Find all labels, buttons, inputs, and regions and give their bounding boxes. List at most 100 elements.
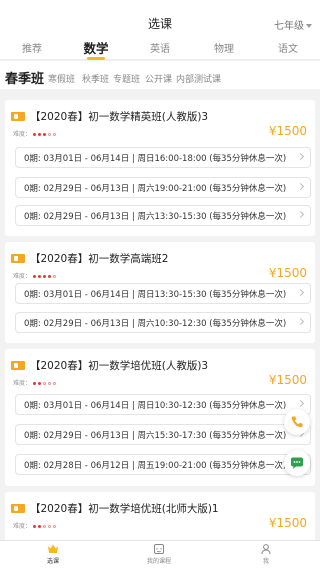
type-topic[interactable]: 专题班 [113,72,140,85]
difficulty-dot [43,525,47,528]
difficulty-dot [53,275,57,278]
course-title: 【2020春】初一数学精英班(人教版)3 [30,111,209,123]
tab-chinese[interactable]: 语文 [256,40,320,55]
difficulty-dot [33,382,37,385]
active-tab-indicator [87,57,105,60]
type-autumn[interactable]: 秋季班 [82,72,109,85]
difficulty-dot [48,525,52,528]
difficulty-dot [53,382,57,385]
chevron-right-icon [296,210,305,219]
difficulty-dot [38,275,42,278]
difficulty-dot [53,525,57,528]
difficulty-label: 难度： [13,273,32,280]
session-text: 0期: 02月28日 - 06月12日 | 周五19:00-21:00 (每35… [24,461,287,471]
difficulty-label: 难度： [13,523,32,530]
course-card[interactable]: 【2020春】初一数学高端班2 难度： ¥1500 0期: 03月01日 - 0… [5,242,315,343]
session-option[interactable]: 0期: 02月29日 - 06月13日 | 周六15:30-17:30 (每35… [15,424,311,445]
difficulty-dot [33,275,37,278]
tab-me[interactable]: 我 [226,543,306,565]
subject-tabs: 推荐 数学 英语 物理 语文 [0,36,320,60]
bottom-tab-bar: 选课 我的课程 我 [0,540,320,569]
tab-math-label: 数学 [83,41,109,56]
difficulty-dot [53,133,57,136]
course-badge-icon [11,254,25,263]
tab-select-course[interactable]: 选课 [13,543,93,565]
session-option[interactable]: 0期: 02月29日 - 06月13日 | 周六13:30-15:30 (每35… [15,205,311,226]
difficulty-dot [43,133,47,136]
course-price: ¥1500 [268,266,307,280]
difficulty-dot [38,133,42,136]
caret-down-icon [306,24,312,28]
difficulty-dot [48,382,52,385]
course-card[interactable]: 【2020春】初一数学培优班(北师大版)1 难度： ¥1500 [5,492,315,540]
course-title: 【2020春】初一数学培优班(人教版)3 [30,360,209,372]
difficulty-dot [38,525,42,528]
session-text: 0期: 03月01日 - 06月14日 | 周日13:30-15:30 (每35… [24,290,287,300]
book-icon [154,544,164,554]
tab-math[interactable]: 数学 [64,38,128,60]
chevron-right-icon [296,399,305,408]
session-option[interactable]: 0期: 02月29日 - 06月13日 | 周六19:00-21:00 (每35… [15,177,311,198]
tab-label: 我 [262,558,269,565]
chevron-right-icon [296,152,305,161]
difficulty-dot [48,275,52,278]
difficulty-label: 难度： [13,131,32,138]
call-button[interactable] [284,409,310,435]
session-text: 0期: 02月29日 - 06月13日 | 周六15:30-17:30 (每35… [24,431,287,441]
page-title: 选课 [147,17,172,31]
tab-physics[interactable]: 物理 [192,40,256,55]
difficulty-dot [43,382,47,385]
tab-english[interactable]: 英语 [128,40,192,55]
difficulty-rating: 难度： [13,129,57,138]
session-option[interactable]: 0期: 02月29日 - 06月13日 | 周六10:30-12:30 (每35… [15,312,311,333]
session-text: 0期: 02月29日 - 06月13日 | 周六10:30-12:30 (每35… [24,319,287,329]
session-text: 0期: 03月01日 - 06月14日 | 周日16:00-18:00 (每35… [24,154,287,164]
session-text: 0期: 02月29日 - 06月13日 | 周六19:00-21:00 (每35… [24,184,287,194]
phone-icon [291,416,303,428]
chevron-right-icon [296,317,305,326]
tab-my-courses[interactable]: 我的课程 [119,543,199,565]
class-type-filter: 春季班 寒假班 秋季班 专题班 公开课 内部测试课 [0,61,320,89]
course-badge-icon [11,504,25,513]
chat-button[interactable] [284,450,310,476]
difficulty-dot [43,275,47,278]
course-price: ¥1500 [268,373,307,387]
course-price: ¥1500 [268,516,307,530]
session-text: 0期: 02月29日 - 06月13日 | 周六13:30-15:30 (每35… [24,212,287,222]
difficulty-rating: 难度： [13,378,57,387]
chevron-right-icon [296,288,305,297]
tab-label: 选课 [46,558,59,565]
difficulty-label: 难度： [13,380,32,387]
top-bar: 选课 七年级 [0,0,320,36]
grade-label: 七年级 [274,21,304,32]
grade-selector[interactable]: 七年级 [274,17,312,32]
person-icon [261,544,271,555]
difficulty-rating: 难度： [13,521,57,530]
course-badge-icon [11,361,25,370]
tab-recommend[interactable]: 推荐 [0,40,64,55]
course-title: 【2020春】初一数学培优班(北师大版)1 [30,503,219,515]
difficulty-dot [33,133,37,136]
session-option[interactable]: 0期: 03月01日 - 06月14日 | 周日16:00-18:00 (每35… [15,147,311,168]
difficulty-dot [48,133,52,136]
course-card[interactable]: 【2020春】初一数学精英班(人教版)3 难度： ¥1500 0期: 03月01… [5,100,315,236]
difficulty-dot [33,525,37,528]
session-text: 0期: 03月01日 - 06月14日 | 周日10:30-12:30 (每35… [24,401,287,411]
course-list[interactable]: 【2020春】初一数学精英班(人教版)3 难度： ¥1500 0期: 03月01… [0,94,320,540]
session-option[interactable]: 0期: 03月01日 - 06月14日 | 周日13:30-15:30 (每35… [15,283,311,304]
tab-label: 我的课程 [146,558,171,565]
type-winter[interactable]: 寒假班 [48,72,75,85]
session-option[interactable]: 0期: 02月28日 - 06月12日 | 周五19:00-21:00 (每35… [15,454,311,475]
chevron-right-icon [296,182,305,191]
session-option[interactable]: 0期: 03月01日 - 06月14日 | 周日10:30-12:30 (每35… [15,394,311,415]
difficulty-rating: 难度： [13,271,57,280]
chat-icon [291,457,303,469]
type-public[interactable]: 公开课 [145,72,172,85]
course-title: 【2020春】初一数学高端班2 [30,253,169,265]
crown-icon [48,544,58,553]
type-internal[interactable]: 内部测试课 [176,72,221,85]
course-card[interactable]: 【2020春】初一数学培优班(人教版)3 难度： ¥1500 0期: 03月01… [5,349,315,486]
course-badge-icon [11,112,25,121]
type-spring[interactable]: 春季班 [5,68,44,87]
difficulty-dot [38,382,42,385]
